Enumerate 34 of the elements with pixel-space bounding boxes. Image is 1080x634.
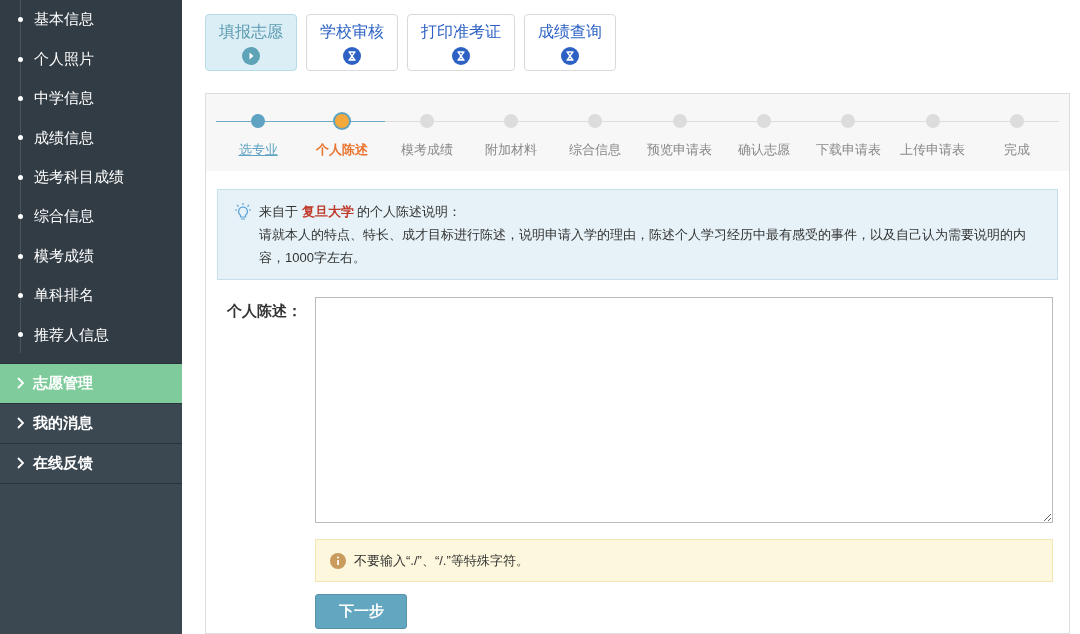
sidebar-item[interactable]: 单科排名 — [34, 284, 94, 307]
sidebar-item[interactable]: 中学信息 — [34, 87, 94, 110]
step-label[interactable]: 下载申请表 — [815, 140, 881, 160]
chevron-right-icon — [16, 417, 25, 429]
step-label[interactable]: 完成 — [1003, 140, 1030, 160]
statement-input[interactable] — [315, 297, 1053, 523]
chevron-right-icon — [16, 377, 25, 389]
step-label[interactable]: 附加材料 — [485, 140, 538, 160]
step-label[interactable]: 上传申请表 — [900, 140, 965, 160]
step-label[interactable]: 确认志愿 — [737, 140, 790, 160]
lightbulb-icon — [233, 202, 253, 221]
sidebar-item[interactable]: 综合信息 — [34, 205, 94, 228]
step-label[interactable]: 模考成绩 — [400, 140, 453, 160]
notice-text: 请就本人的特点、特长、成才目标进行陈述，说明申请入学的理由，陈述个人学习经历中最有感受的事件，以及自己认为需要说明的内容，1000字左右。 — [258, 226, 1027, 267]
step-label[interactable]: 综合信息 — [569, 140, 622, 160]
step-tab[interactable]: 成绩查询 — [524, 14, 616, 71]
info-icon — [330, 552, 346, 569]
chevron-right-icon — [16, 457, 25, 469]
sidebar-item[interactable]: 成绩信息 — [34, 126, 94, 150]
hint-box: 不要输入“./”、“/.”等特殊字符。 — [315, 539, 1053, 582]
sidebar-item[interactable]: 选考科目成绩 — [34, 166, 124, 189]
step-tab[interactable]: 学校审核 — [306, 14, 398, 71]
notice-title: 来自于 复旦大学 的个人陈述说明： — [259, 203, 462, 221]
hourglass-icon — [452, 47, 470, 65]
hourglass-icon — [561, 47, 579, 65]
field-label: 个人陈述： — [226, 301, 303, 321]
play-icon — [242, 47, 260, 65]
sidebar-item[interactable]: 模考成绩 — [34, 244, 94, 268]
sidebar-item[interactable]: 基本信息 — [34, 8, 94, 31]
step-label[interactable]: 预览申请表 — [647, 140, 713, 160]
hourglass-icon — [343, 47, 361, 65]
sidebar-item[interactable]: 个人照片 — [34, 47, 94, 71]
sidebar-item[interactable]: 推荐人信息 — [34, 323, 109, 347]
step-tab[interactable]: 打印准考证 — [407, 14, 515, 71]
